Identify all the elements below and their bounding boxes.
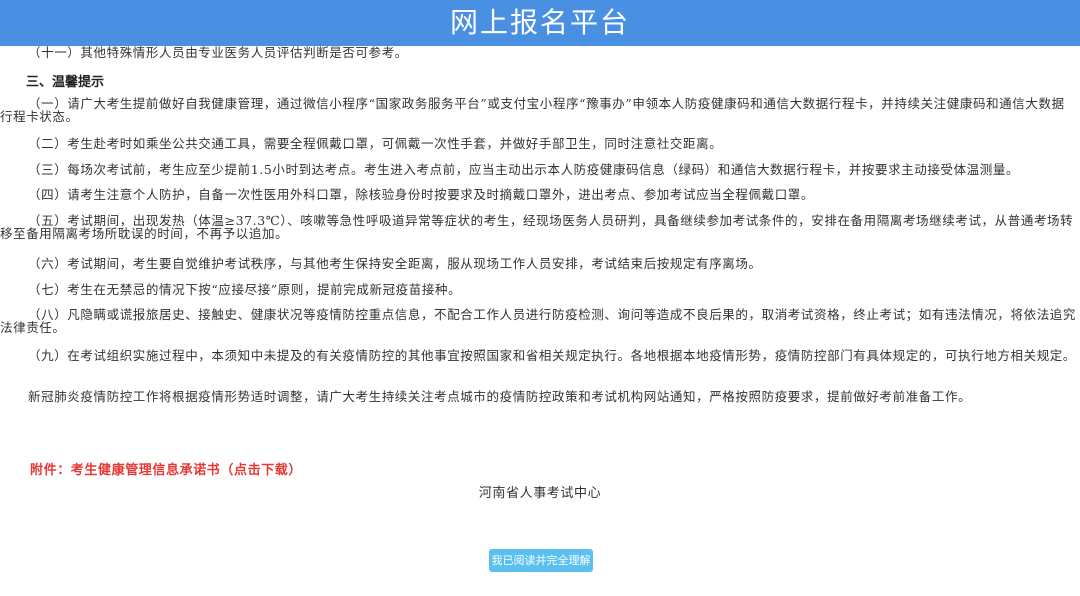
closing-note: 新冠肺炎疫情防控工作将根据疫情形势适时调整，请广大考生持续关注考点城市的疫情防控… bbox=[28, 389, 972, 404]
tip-8: （八）凡隐瞒或谎报旅居史、接触史、健康状况等疫情防控重点信息，不配合工作人员进行… bbox=[0, 307, 1077, 335]
tip-2: （二）考生赴考时如乘坐公共交通工具，需要全程佩戴口罩，可佩戴一次性手套，并做好手… bbox=[28, 136, 723, 151]
top-banner: 网上报名平台 bbox=[0, 0, 1080, 46]
tip-6: （六）考试期间，考生要自觉维护考试秩序，与其他考生保持安全距离，服从现场工作人员… bbox=[28, 256, 762, 271]
section-title-tips: 三、温馨提示 bbox=[26, 75, 105, 90]
tip-3: （三）每场次考试前，考生应至少提前1.5小时到达考点。考生进入考点前，应当主动出… bbox=[28, 162, 1020, 177]
organization-signature: 河南省人事考试中心 bbox=[478, 486, 602, 501]
tip-4: （四）请考生注意个人防护，自备一次性医用外科口罩，除核验身份时按要求及时摘戴口罩… bbox=[28, 187, 815, 202]
notice-item-11: （十一）其他特殊情形人员由专业医务人员评估判断是否可参考。 bbox=[28, 45, 408, 60]
tip-7: （七）考生在无禁忌的情况下按“应接尽接”原则，提前完成新冠疫苗接种。 bbox=[28, 282, 462, 297]
confirm-read-button[interactable]: 我已阅读并完全理解 bbox=[489, 549, 593, 572]
page-title: 网上报名平台 bbox=[449, 6, 630, 39]
attachment-download-link[interactable]: 附件：考生健康管理信息承诺书（点击下载） bbox=[30, 459, 302, 478]
tip-1: （一）请广大考生提前做好自我健康管理，通过微信小程序“国家政务服务平台”或支付宝… bbox=[0, 96, 1065, 124]
tip-9: （九）在考试组织实施过程中，本须知中未提及的有关疫情防控的其他事宜按照国家和省相… bbox=[28, 348, 1077, 363]
tip-5: （五）考试期间，出现发热（体温≥37.3℃）、咳嗽等急性呼吸道异常等症状的考生，… bbox=[0, 213, 1074, 241]
